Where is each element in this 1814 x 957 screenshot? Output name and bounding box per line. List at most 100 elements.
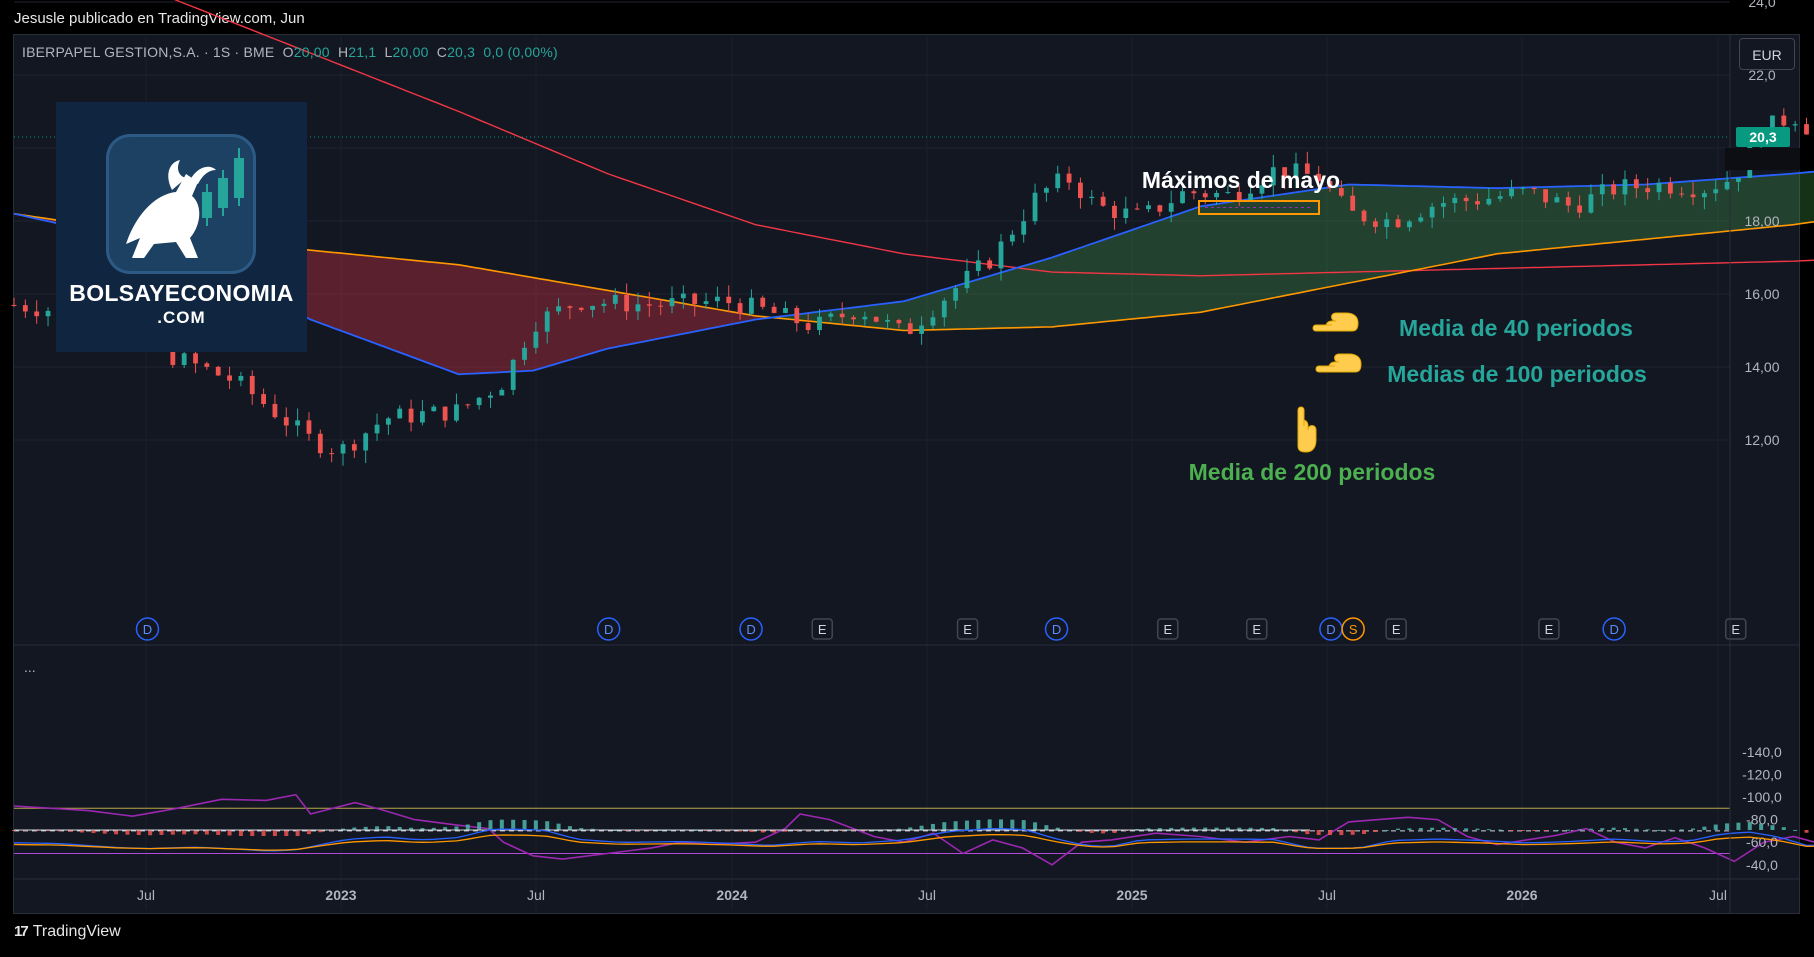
- candle-body: [1690, 194, 1696, 198]
- candle-body: [737, 303, 743, 314]
- macd-histogram-bar: [1328, 830, 1333, 836]
- macd-histogram-bar: [567, 826, 572, 830]
- macd-histogram-bar: [102, 830, 107, 834]
- candle-body: [975, 260, 981, 271]
- candle-body: [930, 317, 936, 326]
- macd-histogram-bar: [556, 823, 561, 830]
- candle-body: [1350, 195, 1356, 211]
- candle-body: [374, 424, 380, 434]
- high-value: 21,1: [348, 44, 377, 60]
- low-value: 20,00: [392, 44, 429, 60]
- candle-body: [1622, 179, 1628, 195]
- pointing-hand-icon: [1315, 353, 1362, 373]
- event-label: E: [1392, 622, 1401, 637]
- candle-body: [919, 325, 924, 334]
- candle-body: [1407, 221, 1412, 228]
- macd-histogram-bar: [159, 830, 164, 835]
- candle-body: [839, 313, 845, 318]
- event-label: D: [604, 622, 613, 637]
- footer-brand[interactable]: 17 TradingView: [14, 923, 121, 941]
- macd-histogram-bar: [1350, 830, 1355, 835]
- candle-body: [1486, 198, 1492, 205]
- candle-body: [1441, 203, 1446, 207]
- candle-body: [476, 397, 482, 406]
- macd-histogram-bar: [148, 830, 153, 836]
- candle-body: [1089, 196, 1095, 199]
- candle-body: [1588, 194, 1594, 213]
- macd-histogram-bar: [1520, 830, 1525, 831]
- annotation-ma40: Media de 40 periodos: [1399, 315, 1633, 341]
- candle-body: [1361, 210, 1367, 222]
- candle-body: [749, 297, 754, 314]
- candle-body: [295, 420, 301, 426]
- annotation-ma100: Medias de 100 periodos: [1387, 361, 1646, 387]
- candle-body: [408, 408, 414, 423]
- macd-histogram-bar: [533, 820, 538, 830]
- candle-body: [590, 305, 595, 310]
- candle-body: [1384, 219, 1390, 227]
- candle-body: [1429, 206, 1435, 218]
- candle-body: [612, 295, 618, 304]
- macd-histogram-bar: [284, 830, 289, 836]
- candle-body: [488, 395, 493, 398]
- time-tick-label: 2026: [1506, 887, 1537, 903]
- rsi-tick-label: -120,0: [1742, 766, 1782, 782]
- macd-histogram-bar: [1634, 828, 1639, 830]
- event-label: D: [1052, 622, 1061, 637]
- macd-histogram-bar: [375, 826, 380, 830]
- open-value: 20,00: [293, 44, 330, 60]
- macd-histogram-bar: [1554, 829, 1559, 831]
- macd-histogram-bar: [1679, 829, 1684, 831]
- macd-histogram-bar: [204, 830, 209, 835]
- candle-body: [22, 305, 28, 312]
- candle-body: [340, 444, 346, 454]
- price-tick-label: 24,0: [1748, 0, 1775, 10]
- candle-body: [306, 420, 312, 434]
- macd-histogram-bar: [1793, 829, 1798, 831]
- candle-body: [703, 301, 709, 305]
- price-tick-label: 12,00: [1744, 432, 1779, 448]
- candle-body: [442, 406, 448, 421]
- macd-histogram-bar: [1713, 824, 1718, 830]
- change-value: 0,0 (0,00%): [483, 44, 558, 60]
- candle-body: [397, 408, 403, 419]
- macd-histogram-bar: [1475, 828, 1480, 830]
- candle-body: [851, 317, 856, 320]
- candle-body: [1509, 188, 1514, 197]
- candle-body: [862, 316, 868, 320]
- candle-body: [805, 323, 811, 331]
- macd-panel: [12, 819, 1814, 852]
- rsi-tick-label: -100,0: [1742, 789, 1782, 805]
- candle-body: [771, 306, 777, 313]
- candle-body: [1713, 189, 1719, 194]
- candle-body: [1066, 173, 1072, 183]
- macd-histogram-bar: [1316, 830, 1321, 836]
- time-tick-label: 2023: [325, 887, 356, 903]
- macd-histogram-bar: [1339, 830, 1344, 836]
- candle-body: [953, 288, 959, 301]
- candle-body: [385, 418, 391, 425]
- time-tick-label: 2024: [716, 887, 747, 903]
- candle-body: [1168, 203, 1174, 212]
- event-label: E: [1252, 622, 1261, 637]
- macd-histogram-bar: [1588, 828, 1593, 830]
- candle-body: [556, 306, 561, 312]
- macd-histogram-bar: [964, 820, 969, 830]
- macd-histogram-bar: [1566, 829, 1571, 831]
- candle-body: [1055, 173, 1061, 189]
- macd-histogram-bar: [499, 819, 504, 830]
- macd-histogram-bar: [1305, 830, 1310, 835]
- macd-histogram-bar: [1611, 827, 1616, 830]
- candle-body: [726, 296, 732, 304]
- candle-body: [1236, 192, 1242, 201]
- macd-histogram-bar: [1384, 829, 1389, 831]
- macd-histogram-bar: [1691, 828, 1696, 830]
- candle-body: [454, 404, 459, 421]
- candle-body: [1372, 221, 1378, 227]
- currency-button[interactable]: EUR: [1739, 38, 1795, 70]
- footer-brand-label: TradingView: [32, 923, 121, 940]
- candle-body: [1021, 221, 1027, 235]
- close-value: 20,3: [447, 44, 476, 60]
- candle-body: [817, 316, 822, 331]
- macd-histogram-bar: [511, 819, 516, 830]
